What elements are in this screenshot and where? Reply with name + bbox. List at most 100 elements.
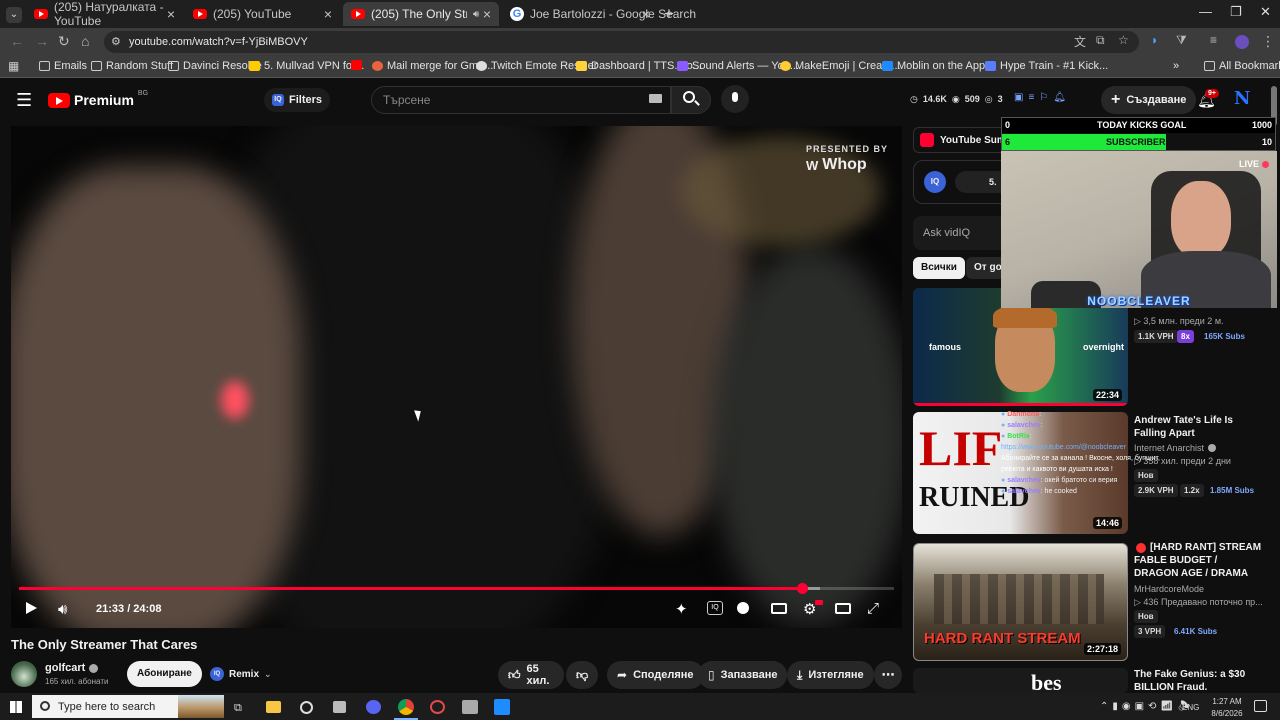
minimize-icon[interactable]: —	[1199, 4, 1212, 19]
extension-vidiq-icon[interactable]: ◗	[1151, 33, 1158, 47]
task-view-icon[interactable]: ⧉	[234, 702, 242, 715]
chat-line: ● salavchev: окей братото си верия	[1001, 477, 1118, 484]
fullscreen-icon[interactable]: ⤢	[867, 600, 879, 617]
notification-center-icon[interactable]	[1254, 700, 1267, 712]
vph-badge: 1.1K VPH	[1134, 330, 1178, 343]
all-bookmarks[interactable]: All Bookmarks	[1204, 60, 1280, 72]
like-button[interactable]: 👍︎ 65 хил.	[498, 661, 564, 689]
bookmark-random-stuff[interactable]: Random Stuff	[91, 60, 173, 72]
video-thumbnail-4[interactable]: bes	[913, 668, 1128, 693]
browser-tab-4[interactable]: G Joe Bartolozzi - Google Search ×	[502, 2, 696, 26]
media-controls-icon[interactable]: ≡	[1210, 33, 1217, 47]
url-text[interactable]: youtube.com/watch?v=f-YjBiMBOVY	[129, 36, 308, 48]
reload-icon[interactable]: ↻	[58, 33, 70, 50]
youtube-logo[interactable]: Premium BG	[48, 90, 148, 108]
play-button[interactable]	[26, 602, 37, 614]
dislike-button[interactable]: 👎︎	[566, 661, 598, 689]
home-icon[interactable]: ⌂	[81, 33, 89, 49]
browser-tab-3[interactable]: (205) The Only Streamer Th 🔊︎ ×	[343, 2, 499, 26]
browser-tab-1[interactable]: (205) Натуралката - YouTube ×	[26, 0, 183, 28]
more-actions-button[interactable]: ⋯	[874, 661, 902, 689]
close-tab-icon[interactable]: ×	[324, 6, 332, 22]
restore-icon[interactable]: ❐	[1230, 4, 1242, 20]
theater-mode-icon[interactable]	[835, 603, 851, 614]
channel-avatar[interactable]	[11, 661, 37, 687]
channel-name[interactable]: MrHardcoreMode	[1134, 584, 1204, 594]
system-tray-icons[interactable]: ⌃▮◉▣⟲📶︎🔈︎	[1100, 701, 1194, 712]
close-tab-icon[interactable]: ×	[167, 6, 175, 22]
vidiq-player-icon[interactable]: IQ	[707, 601, 723, 615]
channel-name[interactable]: golfcart	[45, 662, 99, 674]
close-window-icon[interactable]: ✕	[1260, 4, 1271, 20]
video-title[interactable]: The Fake Genius: a $30 BILLION Fraud.	[1134, 668, 1264, 694]
site-info-icon[interactable]: ⚙	[111, 35, 121, 48]
sound-icon	[677, 61, 688, 71]
apps-grid-icon[interactable]: ▦	[8, 59, 19, 73]
audio-playing-icon[interactable]: 🔊︎	[473, 9, 479, 20]
subs-badge: 165K Subs	[1204, 332, 1245, 341]
bookmark-moblin[interactable]: Moblin on the App...	[882, 60, 994, 72]
app-icon-4[interactable]	[462, 700, 478, 714]
streamer-name-label: NOOBCLEAVER	[1087, 294, 1191, 308]
progress-bar[interactable]	[19, 583, 894, 594]
language-indicator[interactable]: ENG	[1182, 703, 1199, 712]
filters-button[interactable]: IQ Filters	[264, 88, 331, 112]
windows-start-icon[interactable]	[10, 701, 22, 713]
app-icon-1[interactable]	[300, 701, 313, 714]
video-player[interactable]: PRESENTED BY W Whop	[11, 126, 902, 628]
discord-icon[interactable]	[366, 700, 381, 714]
volume-icon[interactable]: 🔊︎	[58, 601, 67, 618]
remix-button[interactable]: IQ Remix ⌄	[206, 662, 280, 686]
share-button[interactable]: ➦ Споделяне	[607, 661, 704, 689]
hamburger-menu-icon[interactable]: ☰	[16, 90, 32, 111]
vidiq-toolbar-icons[interactable]: ▣≡⚐🔔︎	[1014, 92, 1071, 103]
summary-panel-header[interactable]: YouTube Sum	[913, 127, 1013, 153]
ai-sparkle-icon[interactable]: ✦	[675, 600, 688, 618]
chip-all[interactable]: Всички	[913, 257, 965, 279]
sponsor-whop-logo: W Whop	[806, 156, 867, 173]
new-tab-icon[interactable]: +	[664, 4, 674, 24]
browser-tab-2[interactable]: (205) YouTube ×	[185, 2, 340, 26]
chrome-menu-icon[interactable]: ⋮	[1261, 33, 1275, 50]
app-icon-2[interactable]	[333, 701, 346, 713]
video-thumbnail-3[interactable]: HARD RANT STREAM 2:27:18	[913, 543, 1128, 661]
clock-date[interactable]: 8/6/2026	[1206, 709, 1248, 718]
bookmark-hype-train[interactable]: Hype Train - #1 Kick...	[985, 60, 1108, 72]
download-button[interactable]: ⤓ Изтегляне	[787, 661, 874, 689]
extensions-icon[interactable]: ⧩	[1176, 33, 1187, 48]
video-title[interactable]: [HARD RANT] STREAM FABLE BUDGET / DRAGON…	[1134, 541, 1264, 580]
app-icon-5[interactable]	[494, 699, 510, 715]
clock-time[interactable]: 1:27 AM	[1208, 697, 1246, 706]
forward-icon[interactable]: →	[35, 33, 49, 49]
video-frame-arm-left	[11, 166, 301, 628]
subtitles-icon[interactable]	[771, 603, 787, 614]
close-tab-icon[interactable]: ×	[483, 6, 491, 22]
close-tab-icon[interactable]: ×	[642, 6, 650, 22]
keyboard-icon[interactable]	[649, 94, 662, 103]
translate-icon[interactable]: 文	[1074, 33, 1086, 50]
app-icon-3[interactable]	[430, 700, 445, 714]
create-button[interactable]: + Създаване	[1101, 86, 1197, 114]
install-app-icon[interactable]: ⧉	[1096, 33, 1105, 48]
file-explorer-icon[interactable]	[266, 701, 281, 713]
tab-search-button[interactable]: ⌄	[6, 7, 22, 23]
back-icon[interactable]: ←	[10, 33, 24, 49]
bookmark-icon: ▯	[708, 668, 715, 682]
save-button[interactable]: ▯ Запазване	[698, 661, 788, 689]
bookmark-davinci[interactable]: Davinci Resolve	[168, 60, 262, 72]
pause-overlay-icon[interactable]	[737, 602, 749, 614]
video-frame-background	[711, 246, 902, 626]
bookmark-youtube[interactable]	[351, 60, 362, 70]
bookmarks-overflow-icon[interactable]: »	[1173, 60, 1179, 72]
bookmark-star-icon[interactable]: ☆	[1118, 33, 1129, 47]
voice-search-button[interactable]	[721, 85, 749, 113]
subscribe-button[interactable]: Абониране	[127, 661, 202, 687]
chrome-taskbar-icon[interactable]	[398, 699, 414, 715]
bookmark-mullvad[interactable]: 5. Mullvad VPN for...	[249, 60, 364, 72]
youtube-summary-icon	[920, 133, 934, 147]
bookmark-emails[interactable]: Emails	[39, 60, 87, 72]
account-avatar[interactable]: N	[1234, 89, 1254, 109]
ask-vidiq-input[interactable]: Ask vidIQ	[913, 216, 1013, 250]
profile-avatar[interactable]	[1235, 35, 1249, 49]
thumb-soldiers	[934, 574, 1104, 624]
